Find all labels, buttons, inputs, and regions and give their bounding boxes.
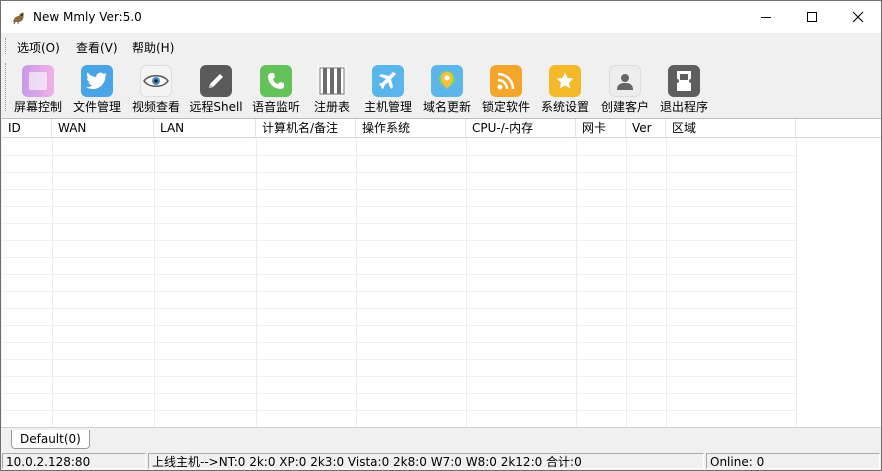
- create-client-button[interactable]: 创建客户: [596, 63, 654, 115]
- status-address: 10.0.2.128:80: [2, 453, 146, 469]
- app-window: New Mmly Ver:5.0 选项(O) 查看(V) 帮助(H) 屏幕控制: [0, 0, 882, 471]
- toolbar: 屏幕控制 文件管理 视频查看 远程Shell 语音监听 注册表 主机管理 域名更…: [1, 57, 881, 117]
- host-manager-button[interactable]: 主机管理: [359, 63, 417, 115]
- airplane-icon: [372, 65, 404, 97]
- minimize-button[interactable]: [743, 1, 789, 33]
- toolbar-label: 退出程序: [659, 100, 708, 114]
- column-lan[interactable]: LAN: [154, 119, 256, 137]
- close-button[interactable]: [835, 1, 881, 33]
- menu-bar: 选项(O) 查看(V) 帮助(H): [1, 33, 881, 57]
- menu-view[interactable]: 查看(V): [76, 39, 118, 56]
- column-region[interactable]: 区域: [666, 119, 796, 137]
- screen-control-button[interactable]: 屏幕控制: [9, 63, 67, 115]
- video-view-button[interactable]: 视频查看: [127, 63, 185, 115]
- pencil-icon: [200, 65, 232, 97]
- system-settings-button[interactable]: 系统设置: [536, 63, 594, 115]
- lock-software-button[interactable]: 锁定软件: [477, 63, 535, 115]
- title-bar[interactable]: New Mmly Ver:5.0: [1, 1, 881, 33]
- column-cpu-memory[interactable]: CPU-/-内存: [466, 119, 576, 137]
- status-online: Online: 0: [706, 453, 880, 469]
- domain-update-button[interactable]: 域名更新: [418, 63, 476, 115]
- list-gridlines: [2, 138, 797, 427]
- exit-program-button[interactable]: 退出程序: [655, 63, 713, 115]
- status-summary: 上线主机-->NT:0 2k:0 XP:0 2k3:0 Vista:0 2k8:…: [148, 453, 704, 469]
- window-title: New Mmly Ver:5.0: [33, 10, 142, 24]
- column-nic[interactable]: 网卡: [576, 119, 626, 137]
- remote-shell-button[interactable]: 远程Shell: [187, 63, 245, 115]
- phone-icon: [260, 65, 292, 97]
- tab-default[interactable]: Default(0): [11, 430, 90, 449]
- eye-icon: [140, 65, 172, 97]
- column-computer-name[interactable]: 计算机名/备注: [256, 119, 356, 137]
- column-os[interactable]: 操作系统: [356, 119, 466, 137]
- tab-strip: Default(0): [1, 427, 881, 452]
- user-icon: [609, 65, 641, 97]
- screen-control-icon: [22, 65, 54, 97]
- status-bar: 10.0.2.128:80 上线主机-->NT:0 2k:0 XP:0 2k3:…: [1, 452, 881, 470]
- close-icon: [852, 11, 864, 23]
- column-wan[interactable]: WAN: [52, 119, 154, 137]
- column-id[interactable]: ID: [2, 119, 52, 137]
- twitter-bird-icon: [81, 65, 113, 97]
- minimize-icon: [761, 17, 771, 18]
- rss-icon: [490, 65, 522, 97]
- list-header: ID WAN LAN 计算机名/备注 操作系统 CPU-/-内存 网卡 Ver …: [2, 119, 881, 138]
- menu-options[interactable]: 选项(O): [17, 39, 60, 56]
- maximize-button[interactable]: [789, 1, 835, 33]
- column-version[interactable]: Ver: [626, 119, 666, 137]
- menu-grip[interactable]: [5, 38, 8, 54]
- star-icon: [549, 65, 581, 97]
- host-list[interactable]: ID WAN LAN 计算机名/备注 操作系统 CPU-/-内存 网卡 Ver …: [2, 118, 881, 427]
- file-manager-button[interactable]: 文件管理: [68, 63, 126, 115]
- piano-keys-icon: [316, 65, 348, 97]
- exit-ticket-icon: [668, 65, 700, 97]
- app-logo-icon: [13, 12, 24, 25]
- maximize-icon: [807, 12, 817, 22]
- menu-help[interactable]: 帮助(H): [132, 39, 174, 56]
- map-pin-icon: [431, 65, 463, 97]
